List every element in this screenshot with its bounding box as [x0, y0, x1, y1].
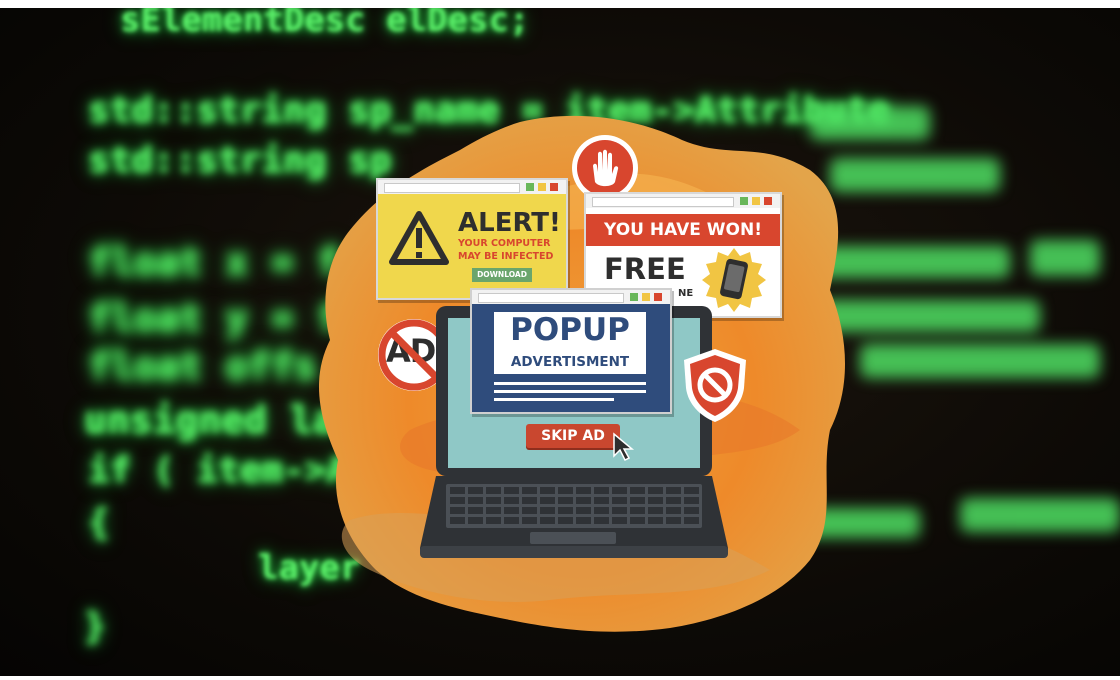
keyboard-key [540, 497, 555, 504]
keyboard-key [666, 517, 681, 524]
keyboard-key [468, 507, 483, 514]
keyboard-key [576, 517, 591, 524]
download-button[interactable]: DOWNLOAD [472, 268, 532, 282]
title-bar [378, 180, 566, 194]
text-line [494, 390, 646, 393]
keyboard-key [648, 507, 663, 514]
keyboard-key [612, 497, 627, 504]
keyboard-key [666, 497, 681, 504]
keyboard-key [594, 517, 609, 524]
keyboard-key [540, 487, 555, 494]
keyboard-key [468, 517, 483, 524]
skip-ad-button[interactable]: SKIP AD [526, 424, 620, 448]
keyboard-key [522, 517, 537, 524]
maximize-button[interactable] [642, 293, 650, 301]
keyboard-key [648, 487, 663, 494]
cursor-icon [613, 432, 635, 462]
keyboard-key [450, 517, 465, 524]
keyboard-key [630, 487, 645, 494]
minimize-button[interactable] [630, 293, 638, 301]
keyboard-key [666, 487, 681, 494]
keyboard-key [558, 497, 573, 504]
keyboard-key [504, 517, 519, 524]
keyboard-key [486, 497, 501, 504]
keyboard-key [684, 487, 699, 494]
close-button[interactable] [550, 183, 558, 191]
keyboard-key [558, 487, 573, 494]
keyboard-key [630, 497, 645, 504]
keyboard-key [648, 517, 663, 524]
alert-line-1: YOUR COMPUTER [458, 238, 551, 249]
text-line [494, 382, 646, 385]
title-bar [472, 290, 670, 304]
keyboard-key [594, 507, 609, 514]
warning-icon [389, 211, 449, 265]
keyboard-key [612, 487, 627, 494]
keyboard-key [594, 487, 609, 494]
keyboard-key [504, 487, 519, 494]
keyboard-key [540, 517, 555, 524]
keyboard-key [450, 487, 465, 494]
close-button[interactable] [764, 197, 772, 205]
minimize-button[interactable] [740, 197, 748, 205]
address-bar [384, 183, 520, 193]
keyboard-key [684, 497, 699, 504]
keyboard-key [576, 507, 591, 514]
keyboard-key [648, 497, 663, 504]
shield-block-icon [684, 349, 746, 422]
keyboard-key [504, 507, 519, 514]
illustration: sElementDesc elDesc; std::string sp_name… [0, 0, 1120, 680]
popup-advertisement: POPUP ADVERTISMENT [470, 288, 672, 414]
keyboard-key [576, 497, 591, 504]
alert-line-2: MAY BE INFECTED [458, 251, 554, 262]
keyboard-key [450, 507, 465, 514]
partial-text: NE [678, 288, 694, 299]
keyboard-key [594, 497, 609, 504]
keyboard-key [522, 507, 537, 514]
keyboard-key [630, 507, 645, 514]
text-line [494, 398, 614, 401]
alert-popup: ALERT! YOUR COMPUTER MAY BE INFECTED DOW… [376, 178, 568, 300]
title-bar [586, 194, 780, 208]
keyboard-key [486, 487, 501, 494]
keyboard-key [630, 517, 645, 524]
keyboard-key [522, 497, 537, 504]
keyboard-key [468, 487, 483, 494]
keyboard-key [558, 517, 573, 524]
won-banner: YOU HAVE WON! [586, 214, 780, 246]
keyboard-key [450, 497, 465, 504]
keyboard-key [504, 497, 519, 504]
free-label: FREE [604, 252, 686, 286]
address-bar [478, 293, 624, 303]
keyboard-key [468, 497, 483, 504]
keyboard-key [612, 517, 627, 524]
address-bar [592, 197, 734, 207]
maximize-button[interactable] [752, 197, 760, 205]
keyboard-key [522, 487, 537, 494]
keyboard-key [540, 507, 555, 514]
keyboard-key [558, 507, 573, 514]
alert-title: ALERT! [458, 208, 561, 238]
keyboard-key [576, 487, 591, 494]
minimize-button[interactable] [526, 183, 534, 191]
close-button[interactable] [654, 293, 662, 301]
maximize-button[interactable] [538, 183, 546, 191]
popup-subtitle: ADVERTISMENT [510, 354, 630, 370]
keyboard-key [486, 507, 501, 514]
keyboard-key [612, 507, 627, 514]
keyboard-key [684, 507, 699, 514]
popup-title: POPUP [510, 312, 630, 348]
keyboard-key [684, 517, 699, 524]
keyboard-key [486, 517, 501, 524]
keyboard-key [666, 507, 681, 514]
